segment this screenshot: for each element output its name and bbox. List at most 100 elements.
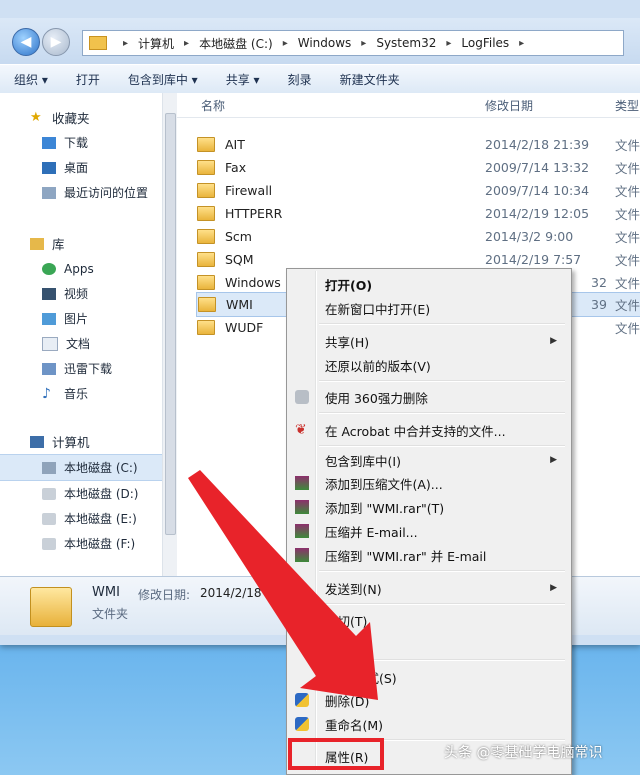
- sidebar-scrollbar[interactable]: [162, 93, 177, 576]
- context-menu: 打开(O) 在新窗口中打开(E) 共享(H) ▶ 还原以前的版本(V) 使用 3…: [286, 268, 572, 775]
- folder-icon: [30, 587, 72, 627]
- menu-item-share[interactable]: 共享(H) ▶: [289, 330, 569, 352]
- star-icon: ★: [30, 109, 42, 125]
- address-bar-area: ◀ ▶ ▸ 计算机 ▸ 本地磁盘 (C:) ▸ Windows ▸ System…: [0, 18, 640, 64]
- chevron-right-icon: ▸: [123, 37, 129, 49]
- menu-item-acrobat-combine[interactable]: ❦ 在 Acrobat 中合并支持的文件...: [289, 419, 569, 441]
- recent-places-icon: [42, 186, 56, 199]
- sidebar-item-drive-d[interactable]: 本地磁盘 (D:): [0, 481, 176, 506]
- drive-icon: [42, 537, 56, 550]
- scrollbar-thumb[interactable]: [165, 113, 176, 535]
- crumb-c-drive[interactable]: 本地磁盘 (C:): [199, 35, 273, 52]
- menu-separator: [319, 659, 565, 661]
- sidebar-item-desktop[interactable]: 桌面: [0, 155, 176, 180]
- menu-item-zip-rar-email[interactable]: 压缩到 "WMI.rar" 并 E-mail: [289, 544, 569, 566]
- menu-item-include-library[interactable]: 包含到库中(I) ▶: [289, 449, 569, 471]
- menu-item-copy[interactable]: (C): [289, 633, 569, 655]
- favorites-group: ★ 收藏夹 下载 桌面 最近访问的位置: [0, 105, 176, 205]
- menu-item-restore-versions[interactable]: 还原以前的版本(V): [289, 354, 569, 376]
- breadcrumb: ▸ 计算机 ▸ 本地磁盘 (C:) ▸ Windows ▸ System32 ▸…: [113, 35, 534, 52]
- menu-item-send-to[interactable]: 发送到(N) ▶: [289, 577, 569, 599]
- drive-icon: [42, 487, 56, 500]
- sidebar-item-drive-c[interactable]: 本地磁盘 (C:): [0, 454, 176, 481]
- menu-item-open[interactable]: 打开(O): [289, 273, 569, 295]
- file-row[interactable]: Fax 2009/7/14 13:32 文件: [197, 156, 640, 179]
- file-row[interactable]: Scm 2014/3/2 9:00 文件: [197, 225, 640, 248]
- crumb-windows[interactable]: Windows: [298, 36, 352, 50]
- watermark-text: 头条 @零基础学电脑常识: [444, 745, 603, 761]
- sidebar-item-pictures[interactable]: 图片: [0, 306, 176, 331]
- open-button[interactable]: 打开: [76, 71, 100, 88]
- menu-item-open-new-window[interactable]: 在新窗口中打开(E): [289, 297, 569, 319]
- menu-item-add-archive[interactable]: 添加到压缩文件(A)...: [289, 472, 569, 494]
- column-date[interactable]: 修改日期: [485, 97, 533, 114]
- winrar-icon: [295, 524, 309, 538]
- sidebar-item-documents[interactable]: 文档: [0, 331, 176, 356]
- sidebar-item-recent[interactable]: 最近访问的位置: [0, 180, 176, 205]
- forward-button[interactable]: ▶: [42, 28, 70, 56]
- menu-separator: [319, 412, 565, 414]
- thunder-download-icon: [42, 362, 56, 375]
- details-date-value: 2014/2/18 21: [200, 586, 281, 600]
- navigation-pane: ★ 收藏夹 下载 桌面 最近访问的位置 库 Apps 视频 图片 文档 迅雷下载…: [0, 93, 177, 576]
- winrar-icon: [295, 476, 309, 490]
- menu-separator: [319, 323, 565, 325]
- address-box[interactable]: ▸ 计算机 ▸ 本地磁盘 (C:) ▸ Windows ▸ System32 ▸…: [82, 30, 624, 56]
- menu-item-create-shortcut[interactable]: 创建 方式(S): [289, 666, 569, 688]
- file-row[interactable]: Firewall 2009/7/14 10:34 文件: [197, 179, 640, 202]
- menu-item-zip-email[interactable]: 压缩并 E-mail...: [289, 520, 569, 542]
- folder-icon: [198, 297, 216, 312]
- column-name[interactable]: 名称: [201, 97, 225, 114]
- crumb-computer[interactable]: 计算机: [138, 35, 174, 52]
- submenu-arrow-icon: ▶: [550, 336, 557, 346]
- file-row[interactable]: AIT 2014/2/18 21:39 文件: [197, 133, 640, 156]
- back-button[interactable]: ◀: [12, 28, 40, 56]
- menu-item-360-shred[interactable]: 使用 360强力删除: [289, 386, 569, 408]
- computer-group: 计算机 本地磁盘 (C:) 本地磁盘 (D:) 本地磁盘 (E:) 本地磁盘 (…: [0, 429, 176, 556]
- sidebar-item-drive-f[interactable]: 本地磁盘 (F:): [0, 531, 176, 556]
- sidebar-item-drive-e[interactable]: 本地磁盘 (E:): [0, 506, 176, 531]
- burn-button[interactable]: 刻录: [288, 71, 312, 88]
- library-icon: [30, 237, 44, 250]
- chevron-right-icon: ▸: [361, 37, 367, 49]
- sidebar-libraries[interactable]: 库: [0, 231, 176, 256]
- apps-icon: [42, 262, 56, 275]
- menu-item-delete[interactable]: 删除(D): [289, 689, 569, 711]
- menu-item-cut[interactable]: 剪切(T): [289, 609, 569, 631]
- submenu-arrow-icon: ▶: [550, 455, 557, 465]
- desktop-icon: [42, 161, 56, 174]
- sidebar-item-music[interactable]: ♪ 音乐: [0, 381, 176, 406]
- organize-button[interactable]: 组织 ▾: [14, 71, 48, 88]
- column-type[interactable]: 类型: [615, 97, 639, 114]
- folder-icon: [197, 275, 215, 290]
- uac-shield-icon: [295, 693, 309, 707]
- details-name: WMI: [92, 585, 120, 600]
- sidebar-item-thunder[interactable]: 迅雷下载: [0, 356, 176, 381]
- new-folder-button[interactable]: 新建文件夹: [340, 71, 400, 88]
- file-row[interactable]: HTTPERR 2014/2/19 12:05 文件: [197, 202, 640, 225]
- menu-separator: [319, 445, 565, 447]
- chevron-right-icon: ▸: [282, 37, 288, 49]
- sidebar-item-apps[interactable]: Apps: [0, 256, 176, 281]
- crumb-logfiles[interactable]: LogFiles: [461, 36, 509, 50]
- folder-icon: [197, 160, 215, 175]
- sidebar-item-downloads[interactable]: 下载: [0, 130, 176, 155]
- music-icon: ♪: [42, 385, 51, 402]
- folder-icon: [197, 229, 215, 244]
- chevron-right-icon: ▸: [446, 37, 452, 49]
- drive-icon: [42, 512, 56, 525]
- folder-icon: [197, 137, 215, 152]
- share-button[interactable]: 共享 ▾: [226, 71, 260, 88]
- folder-icon: [197, 183, 215, 198]
- crumb-system32[interactable]: System32: [376, 36, 436, 50]
- computer-icon: [30, 435, 44, 448]
- menu-item-add-rar[interactable]: 添加到 "WMI.rar"(T): [289, 496, 569, 518]
- sidebar-computer[interactable]: 计算机: [0, 429, 176, 454]
- menu-item-rename[interactable]: 重命名(M): [289, 713, 569, 735]
- winrar-icon: [295, 548, 309, 562]
- sidebar-item-videos[interactable]: 视频: [0, 281, 176, 306]
- folder-icon: [197, 252, 215, 267]
- include-library-button[interactable]: 包含到库中 ▾: [128, 71, 198, 88]
- acrobat-icon: ❦: [295, 422, 307, 438]
- sidebar-favorites[interactable]: ★ 收藏夹: [0, 105, 176, 130]
